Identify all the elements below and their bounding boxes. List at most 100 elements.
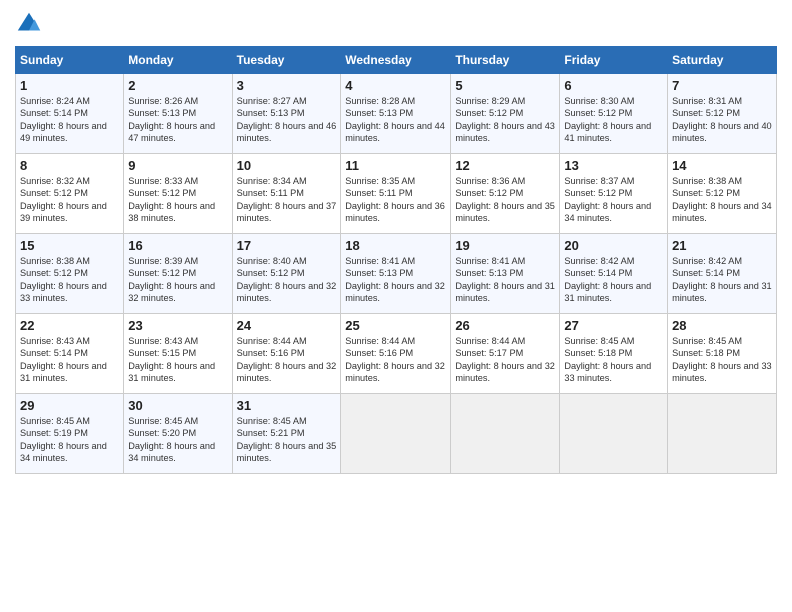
day-number: 15 — [20, 238, 119, 253]
col-header-thursday: Thursday — [451, 47, 560, 74]
day-info: Sunrise: 8:42 AMSunset: 5:14 PMDaylight:… — [672, 255, 772, 305]
day-info: Sunrise: 8:39 AMSunset: 5:12 PMDaylight:… — [128, 255, 227, 305]
calendar-table: SundayMondayTuesdayWednesdayThursdayFrid… — [15, 46, 777, 474]
day-info: Sunrise: 8:33 AMSunset: 5:12 PMDaylight:… — [128, 175, 227, 225]
day-cell: 6 Sunrise: 8:30 AMSunset: 5:12 PMDaylight… — [560, 74, 668, 154]
day-cell: 27 Sunrise: 8:45 AMSunset: 5:18 PMDayligh… — [560, 314, 668, 394]
day-cell: 3 Sunrise: 8:27 AMSunset: 5:13 PMDaylight… — [232, 74, 341, 154]
day-info: Sunrise: 8:45 AMSunset: 5:20 PMDaylight:… — [128, 415, 227, 465]
col-header-monday: Monday — [124, 47, 232, 74]
day-info: Sunrise: 8:36 AMSunset: 5:12 PMDaylight:… — [455, 175, 555, 225]
logo — [15, 10, 47, 38]
day-number: 27 — [564, 318, 663, 333]
day-number: 26 — [455, 318, 555, 333]
day-cell: 28Sunrise: 8:45 AMSunset: 5:18 PMDayligh… — [668, 314, 777, 394]
day-cell: 26 Sunrise: 8:44 AMSunset: 5:17 PMDayligh… — [451, 314, 560, 394]
day-cell: 12 Sunrise: 8:36 AMSunset: 5:12 PMDayligh… — [451, 154, 560, 234]
day-number: 22 — [20, 318, 119, 333]
day-number: 4 — [345, 78, 446, 93]
day-info: Sunrise: 8:43 AMSunset: 5:15 PMDaylight:… — [128, 335, 227, 385]
day-number: 3 — [237, 78, 337, 93]
col-header-sunday: Sunday — [16, 47, 124, 74]
day-cell: 20 Sunrise: 8:42 AMSunset: 5:14 PMDayligh… — [560, 234, 668, 314]
logo-icon — [15, 10, 43, 38]
day-info: Sunrise: 8:35 AMSunset: 5:11 PMDaylight:… — [345, 175, 446, 225]
day-number: 25 — [345, 318, 446, 333]
day-info: Sunrise: 8:34 AMSunset: 5:11 PMDaylight:… — [237, 175, 337, 225]
day-cell: 8Sunrise: 8:32 AMSunset: 5:12 PMDaylight… — [16, 154, 124, 234]
day-info: Sunrise: 8:40 AMSunset: 5:12 PMDaylight:… — [237, 255, 337, 305]
day-cell: 24Sunrise: 8:44 AMSunset: 5:16 PMDayligh… — [232, 314, 341, 394]
header-row: SundayMondayTuesdayWednesdayThursdayFrid… — [16, 47, 777, 74]
day-number: 21 — [672, 238, 772, 253]
day-info: Sunrise: 8:45 AMSunset: 5:18 PMDaylight:… — [564, 335, 663, 385]
day-info: Sunrise: 8:32 AMSunset: 5:12 PMDaylight:… — [20, 175, 119, 225]
day-info: Sunrise: 8:38 AMSunset: 5:12 PMDaylight:… — [672, 175, 772, 225]
day-cell: 18 Sunrise: 8:41 AMSunset: 5:13 PMDayligh… — [341, 234, 451, 314]
week-row-5: 29 Sunrise: 8:45 AMSunset: 5:19 PMDayligh… — [16, 394, 777, 474]
day-info: Sunrise: 8:44 AMSunset: 5:17 PMDaylight:… — [455, 335, 555, 385]
header — [15, 10, 777, 38]
day-cell: 13Sunrise: 8:37 AMSunset: 5:12 PMDayligh… — [560, 154, 668, 234]
day-cell: 15 Sunrise: 8:38 AMSunset: 5:12 PMDayligh… — [16, 234, 124, 314]
day-cell — [560, 394, 668, 474]
day-cell: 4 Sunrise: 8:28 AMSunset: 5:13 PMDaylight… — [341, 74, 451, 154]
day-number: 14 — [672, 158, 772, 173]
day-cell: 16 Sunrise: 8:39 AMSunset: 5:12 PMDayligh… — [124, 234, 232, 314]
day-info: Sunrise: 8:44 AMSunset: 5:16 PMDaylight:… — [345, 335, 446, 385]
day-cell: 5Sunrise: 8:29 AMSunset: 5:12 PMDaylight… — [451, 74, 560, 154]
day-number: 24 — [237, 318, 337, 333]
day-cell — [668, 394, 777, 474]
day-info: Sunrise: 8:30 AMSunset: 5:12 PMDaylight:… — [564, 95, 663, 145]
day-number: 30 — [128, 398, 227, 413]
week-row-1: 1 Sunrise: 8:24 AMSunset: 5:14 PMDaylight… — [16, 74, 777, 154]
day-number: 1 — [20, 78, 119, 93]
day-info: Sunrise: 8:45 AMSunset: 5:21 PMDaylight:… — [237, 415, 337, 465]
day-info: Sunrise: 8:43 AMSunset: 5:14 PMDaylight:… — [20, 335, 119, 385]
day-number: 7 — [672, 78, 772, 93]
day-number: 31 — [237, 398, 337, 413]
day-info: Sunrise: 8:41 AMSunset: 5:13 PMDaylight:… — [345, 255, 446, 305]
week-row-3: 15 Sunrise: 8:38 AMSunset: 5:12 PMDayligh… — [16, 234, 777, 314]
day-number: 12 — [455, 158, 555, 173]
day-number: 11 — [345, 158, 446, 173]
day-info: Sunrise: 8:27 AMSunset: 5:13 PMDaylight:… — [237, 95, 337, 145]
day-cell: 11 Sunrise: 8:35 AMSunset: 5:11 PMDayligh… — [341, 154, 451, 234]
day-cell: 21 Sunrise: 8:42 AMSunset: 5:14 PMDayligh… — [668, 234, 777, 314]
col-header-wednesday: Wednesday — [341, 47, 451, 74]
day-cell: 29 Sunrise: 8:45 AMSunset: 5:19 PMDayligh… — [16, 394, 124, 474]
day-info: Sunrise: 8:38 AMSunset: 5:12 PMDaylight:… — [20, 255, 119, 305]
day-cell: 1 Sunrise: 8:24 AMSunset: 5:14 PMDaylight… — [16, 74, 124, 154]
day-number: 16 — [128, 238, 227, 253]
day-number: 19 — [455, 238, 555, 253]
day-info: Sunrise: 8:26 AMSunset: 5:13 PMDaylight:… — [128, 95, 227, 145]
day-info: Sunrise: 8:29 AMSunset: 5:12 PMDaylight:… — [455, 95, 555, 145]
week-row-4: 22 Sunrise: 8:43 AMSunset: 5:14 PMDayligh… — [16, 314, 777, 394]
day-cell — [341, 394, 451, 474]
col-header-friday: Friday — [560, 47, 668, 74]
day-cell: 7Sunrise: 8:31 AMSunset: 5:12 PMDaylight… — [668, 74, 777, 154]
day-cell — [451, 394, 560, 474]
day-cell: 14 Sunrise: 8:38 AMSunset: 5:12 PMDayligh… — [668, 154, 777, 234]
day-info: Sunrise: 8:45 AMSunset: 5:18 PMDaylight:… — [672, 335, 772, 385]
day-cell: 23 Sunrise: 8:43 AMSunset: 5:15 PMDayligh… — [124, 314, 232, 394]
day-info: Sunrise: 8:37 AMSunset: 5:12 PMDaylight:… — [564, 175, 663, 225]
day-cell: 9Sunrise: 8:33 AMSunset: 5:12 PMDaylight… — [124, 154, 232, 234]
day-info: Sunrise: 8:42 AMSunset: 5:14 PMDaylight:… — [564, 255, 663, 305]
day-number: 2 — [128, 78, 227, 93]
day-number: 6 — [564, 78, 663, 93]
day-info: Sunrise: 8:24 AMSunset: 5:14 PMDaylight:… — [20, 95, 119, 145]
day-number: 29 — [20, 398, 119, 413]
day-info: Sunrise: 8:45 AMSunset: 5:19 PMDaylight:… — [20, 415, 119, 465]
day-info: Sunrise: 8:28 AMSunset: 5:13 PMDaylight:… — [345, 95, 446, 145]
day-cell: 25 Sunrise: 8:44 AMSunset: 5:16 PMDayligh… — [341, 314, 451, 394]
day-cell: 30 Sunrise: 8:45 AMSunset: 5:20 PMDayligh… — [124, 394, 232, 474]
col-header-saturday: Saturday — [668, 47, 777, 74]
week-row-2: 8Sunrise: 8:32 AMSunset: 5:12 PMDaylight… — [16, 154, 777, 234]
day-number: 20 — [564, 238, 663, 253]
day-cell: 22 Sunrise: 8:43 AMSunset: 5:14 PMDayligh… — [16, 314, 124, 394]
day-number: 23 — [128, 318, 227, 333]
col-header-tuesday: Tuesday — [232, 47, 341, 74]
day-number: 18 — [345, 238, 446, 253]
page: SundayMondayTuesdayWednesdayThursdayFrid… — [0, 0, 792, 612]
